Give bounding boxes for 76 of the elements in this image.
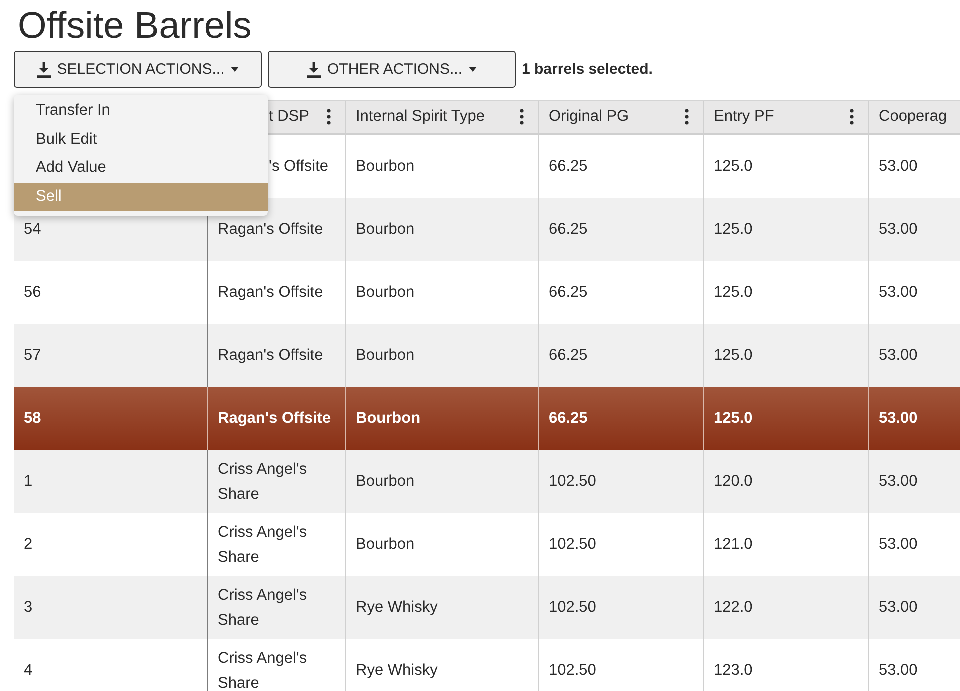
- column-menu-icon[interactable]: [520, 109, 524, 125]
- column-title: Internal Spirit Type: [356, 108, 485, 126]
- column-title: t DSP: [269, 108, 310, 126]
- table-cell-text: Bourbon: [356, 283, 415, 303]
- actions-dropdown-button[interactable]: OTHER ACTIONS...: [268, 51, 516, 88]
- table-cell-text: Bourbon: [356, 157, 415, 177]
- table-cell-text: 123.0: [714, 661, 753, 681]
- table-cell-text: Ragan's Offsite: [218, 346, 324, 366]
- table-cell-text: 120.0: [714, 472, 753, 492]
- column-menu-icon[interactable]: [685, 109, 689, 125]
- column-title: Original PG: [549, 108, 630, 126]
- table-row[interactable]: 57 Ragan's Offsite Bourbon 66.25 125.0 53.00: [14, 324, 960, 387]
- table-cell-text: 66.25: [549, 346, 588, 366]
- column-menu-icon[interactable]: [327, 109, 331, 125]
- column-title: Cooperag: [879, 108, 948, 126]
- table-cell-text: Bourbon: [356, 472, 415, 492]
- table-cell-text: 102.50: [549, 661, 596, 681]
- caret-down-icon: [230, 67, 239, 72]
- table-cell-text: 125.0: [714, 409, 753, 429]
- table-cell-text: Bourbon: [356, 346, 415, 366]
- table-cell-text: 102.50: [549, 472, 596, 492]
- download-icon: [307, 62, 322, 78]
- table-cell-text: 4: [24, 661, 33, 681]
- caret-down-icon: [468, 67, 476, 72]
- table-row[interactable]: 58 Ragan's Offsite Bourbon 66.25 125.0 53.00: [14, 387, 960, 450]
- table-cell-text: 125.0: [714, 346, 753, 366]
- table-cell-text: Ragan's Offsite: [218, 283, 324, 303]
- table-row[interactable]: 1 Criss Angel's Share Bourbon 102.50 120.0 53.00: [14, 450, 960, 513]
- column-title: Entry PF: [714, 108, 774, 126]
- table-cell-text: 66.25: [549, 220, 588, 240]
- table-cell-text: 66.25: [549, 283, 588, 303]
- table-cell-text: Bourbon: [356, 535, 415, 555]
- table-cell-text: 102.50: [549, 598, 596, 618]
- table-cell-text: Ragan's Offsite: [218, 220, 324, 240]
- table-cell-text: Rye Whisky: [356, 598, 438, 618]
- table-cell-text: 2: [24, 535, 33, 555]
- table-cell-text: Criss Angel's Share: [218, 522, 308, 568]
- table-cell-text: 66.25: [549, 157, 588, 177]
- menu-item[interactable]: Add Value: [14, 154, 268, 182]
- table-cell-text: 56: [24, 283, 42, 303]
- page-title: Offsite Barrels: [18, 6, 253, 46]
- table-cell-text: Criss Angel's Share: [218, 648, 308, 691]
- menu-item[interactable]: Transfer In: [14, 97, 268, 126]
- table-cell-text: 53.00: [879, 409, 918, 429]
- table-cell-text: 58: [24, 409, 42, 429]
- table-cell-text: 53.00: [879, 598, 918, 618]
- table-cell-text: Ragan's Offsite: [218, 409, 332, 429]
- table-cell-text: Rye Whisky: [356, 661, 438, 681]
- table-cell-text: 53.00: [879, 157, 918, 177]
- table-cell-text: 102.50: [549, 535, 596, 555]
- table-cell-text: 's Offsite: [269, 157, 329, 177]
- table-cell-text: 53.00: [879, 661, 918, 681]
- table-cell-text: 1: [24, 472, 33, 492]
- table-cell-text: Bourbon: [356, 220, 415, 240]
- table-cell-text: Criss Angel's Share: [218, 586, 308, 630]
- table-cell-text: 122.0: [714, 598, 753, 618]
- table-cell-text: 54: [24, 220, 42, 240]
- table-cell-text: 125.0: [714, 283, 753, 303]
- table-cell-text: 3: [24, 598, 33, 618]
- table-cell-text: 57: [24, 346, 42, 366]
- download-icon: [37, 62, 52, 78]
- table-cell-text: 53.00: [879, 283, 918, 303]
- selection-count: 1 barrels selected.: [522, 61, 653, 78]
- table-row[interactable]: 3 Criss Angel's Share Rye Whisky 102.50 122.0 53.00: [14, 576, 960, 639]
- actions-dropdown-button[interactable]: SELECTION ACTIONS...: [14, 51, 262, 88]
- table-cell-text: 125.0: [714, 157, 753, 177]
- table-cell-text: 53.00: [879, 535, 918, 555]
- table-cell-text: 53.00: [879, 220, 918, 240]
- table-cell-text: 53.00: [879, 472, 918, 492]
- table-cell-text: Criss Angel's Share: [218, 460, 308, 504]
- table-cell-text: 121.0: [714, 535, 753, 555]
- table-cell-text: 125.0: [714, 220, 753, 240]
- table-cell-text: 53.00: [879, 346, 918, 366]
- table-cell-text: Bourbon: [356, 409, 421, 429]
- table-cell-text: 66.25: [549, 409, 588, 429]
- column-menu-icon[interactable]: [850, 109, 854, 125]
